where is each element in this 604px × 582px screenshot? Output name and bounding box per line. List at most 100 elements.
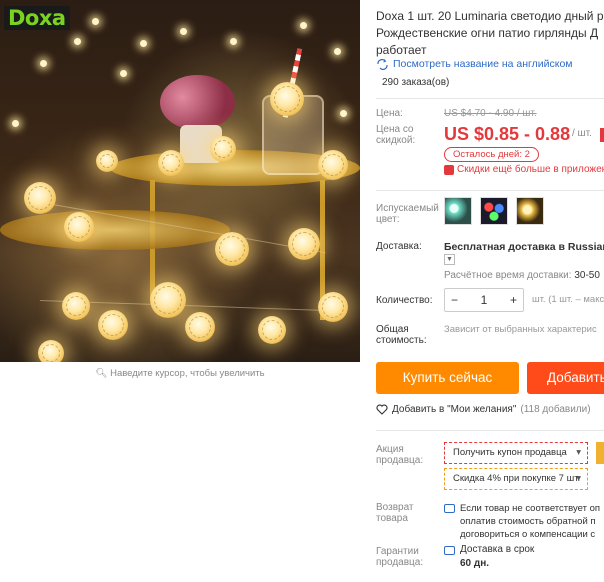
light-ball bbox=[62, 292, 90, 320]
color-option-warm[interactable] bbox=[516, 197, 544, 225]
delivery-estimate-label: Расчётное время доставки: bbox=[444, 270, 572, 281]
guarantee-label-line: Гарантии bbox=[376, 546, 419, 557]
divider bbox=[376, 190, 604, 191]
caret-down-icon: ▾ bbox=[576, 447, 581, 458]
light-ball bbox=[318, 292, 348, 322]
bokeh-dot bbox=[74, 38, 81, 45]
translate-link[interactable]: Посмотреть название на английском bbox=[376, 58, 573, 70]
flower-bouquet bbox=[160, 75, 235, 130]
return-label-line: Возврат bbox=[376, 502, 414, 513]
quantity-input[interactable]: 1 bbox=[481, 293, 488, 307]
wishlist-text: Добавить в "Мои желания" bbox=[392, 404, 517, 415]
total-label: Общая стоимость: bbox=[376, 324, 427, 346]
color-label: Испускаемый цвет: bbox=[376, 203, 439, 225]
light-ball bbox=[185, 312, 215, 342]
per-unit: / шт. bbox=[572, 128, 592, 139]
light-ball bbox=[98, 310, 128, 340]
color-label-line: Испускаемый bbox=[376, 203, 439, 214]
return-policy-line: оплатив стоимость обратной п bbox=[460, 516, 596, 527]
total-label-line: Общая bbox=[376, 324, 409, 335]
zoom-hint-text: Наведите курсор, чтобы увеличить bbox=[110, 368, 265, 379]
quantity-plus-button[interactable]: + bbox=[510, 293, 517, 307]
color-option-multicolor[interactable] bbox=[480, 197, 508, 225]
guarantee-label-line: продавца: bbox=[376, 557, 424, 568]
light-ball bbox=[24, 182, 56, 214]
total-label-line: стоимость: bbox=[376, 335, 427, 346]
delivery-estimate: Расчётное время доставки: 30-50 bbox=[444, 270, 600, 281]
app-discount-text: Скидки ещё больше в приложен bbox=[457, 164, 604, 175]
guarantee-label: Гарантии продавца: bbox=[376, 546, 423, 568]
old-price: US $4.70 - 4.90 / шт. bbox=[444, 108, 537, 119]
get-coupon-text: Получить купон продавца bbox=[453, 447, 567, 458]
translate-link-text: Посмотреть название на английском bbox=[393, 58, 573, 70]
light-ball bbox=[258, 316, 286, 344]
bokeh-dot bbox=[140, 40, 147, 47]
quantity-label: Количество: bbox=[376, 295, 433, 306]
quantity-stepper[interactable]: − 1 + bbox=[444, 288, 524, 312]
shipping-value: Бесплатная доставка в Russian Fe bbox=[444, 241, 604, 253]
wishlist-link[interactable]: Добавить в "Мои желания" (118 добавили) bbox=[376, 404, 591, 415]
bulk-discount-text: Скидка 4% при покупке 7 шт. bbox=[453, 473, 581, 484]
bokeh-dot bbox=[300, 22, 307, 29]
product-title-line: Doxa 1 шт. 20 Luminaria светодио дный р bbox=[376, 9, 604, 23]
discount-price: US $0.85 - 0.88 bbox=[444, 124, 571, 144]
magnifier-icon: 🔍︎ bbox=[95, 368, 108, 379]
guarantee-days: 60 дн. bbox=[460, 558, 490, 569]
total-note: Зависит от выбранных характерис bbox=[444, 324, 597, 335]
discount-price-label-line: Цена со bbox=[376, 124, 414, 135]
color-option-cool[interactable] bbox=[444, 197, 472, 225]
buy-now-button[interactable]: Купить сейчас bbox=[376, 362, 519, 394]
product-title-line: работает bbox=[376, 43, 427, 57]
return-policy-text: Если товар не соответствует оп оплатив с… bbox=[460, 502, 600, 541]
product-title-line: Рождественские огни патио гирлянды Д bbox=[376, 26, 599, 40]
light-ball bbox=[210, 136, 236, 162]
chevron-down-icon: ▼ bbox=[446, 256, 453, 263]
wishlist-count: (118 добавили) bbox=[520, 404, 591, 415]
bokeh-dot bbox=[340, 110, 347, 117]
shipping-label: Доставка: bbox=[376, 241, 422, 252]
discount-price-label: Цена со скидкой: bbox=[376, 124, 415, 146]
product-info-panel: Doxa 1 шт. 20 Luminaria светодио дный р … bbox=[376, 0, 604, 582]
product-main-image[interactable]: Doxa bbox=[0, 0, 360, 362]
guarantee-value: Доставка в срок bbox=[460, 544, 535, 555]
add-to-cart-button[interactable]: Добавить bbox=[527, 362, 604, 394]
orders-count: 290 заказа(ов) bbox=[382, 77, 450, 88]
quantity-minus-button[interactable]: − bbox=[451, 293, 458, 307]
caret-down-icon: ▾ bbox=[576, 473, 581, 484]
days-left-badge: Осталось дней: 2 bbox=[444, 147, 539, 162]
price-label: Цена: bbox=[376, 108, 403, 119]
seller-promo-label-line: продавца: bbox=[376, 455, 424, 466]
product-title: Doxa 1 шт. 20 Luminaria светодио дный р … bbox=[376, 8, 604, 59]
return-policy-line: договориться о компенсации с bbox=[460, 529, 596, 540]
app-discount-icon bbox=[444, 164, 454, 175]
return-label: Возврат товара bbox=[376, 502, 414, 524]
heart-icon bbox=[376, 404, 388, 415]
brand-watermark: Doxa bbox=[4, 6, 70, 30]
zoom-hint: 🔍︎ Наведите курсор, чтобы увеличить bbox=[0, 368, 360, 379]
divider bbox=[376, 430, 604, 431]
seller-promo-label-line: Акция bbox=[376, 444, 404, 455]
get-coupon-dropdown[interactable]: Получить купон продавца ▾ bbox=[444, 442, 588, 464]
light-ball bbox=[38, 340, 64, 362]
shipping-dropdown[interactable]: ▼ bbox=[444, 254, 455, 265]
bokeh-dot bbox=[120, 70, 127, 77]
discount-price-label-line: скидкой: bbox=[376, 135, 416, 146]
light-ball bbox=[158, 150, 184, 176]
divider bbox=[376, 98, 604, 99]
return-policy-icon bbox=[444, 504, 455, 513]
bokeh-dot bbox=[334, 48, 341, 55]
delivery-truck-icon bbox=[444, 546, 455, 555]
quantity-note: шт. (1 шт. – макс bbox=[532, 294, 604, 305]
price-badge bbox=[600, 128, 604, 142]
bulk-discount-dropdown[interactable]: Скидка 4% при покупке 7 шт. ▾ bbox=[444, 468, 588, 490]
light-ball bbox=[288, 228, 320, 260]
return-label-line: товара bbox=[376, 513, 408, 524]
bokeh-dot bbox=[230, 38, 237, 45]
light-ball bbox=[318, 150, 348, 180]
light-ball bbox=[64, 212, 94, 242]
light-ball bbox=[215, 232, 249, 266]
light-ball bbox=[150, 282, 186, 318]
bokeh-dot bbox=[92, 18, 99, 25]
app-discount-link[interactable]: Скидки ещё больше в приложен bbox=[444, 164, 604, 175]
seller-promo-label: Акция продавца: bbox=[376, 444, 423, 466]
